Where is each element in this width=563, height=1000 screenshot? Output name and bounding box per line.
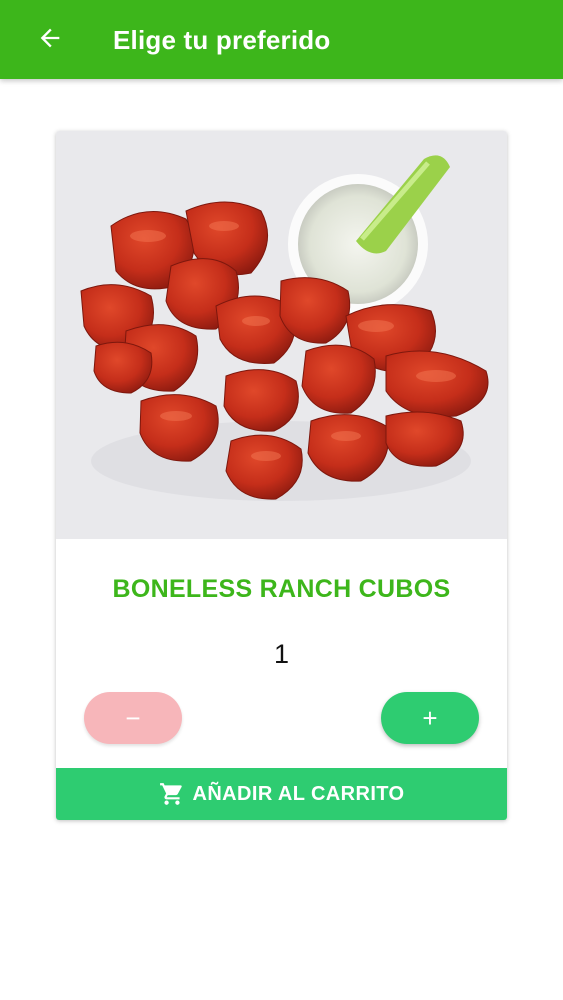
minus-icon: − [125, 702, 141, 733]
decrement-button[interactable]: − [84, 692, 182, 744]
add-to-cart-button[interactable]: AÑADIR AL CARRITO [56, 768, 507, 820]
increment-button[interactable]: + [381, 692, 479, 744]
quantity-value: 1 [273, 639, 290, 669]
plus-icon: + [422, 702, 438, 733]
arrow-left-icon [36, 24, 64, 57]
page-title: Elige tu preferido [113, 25, 331, 55]
product-name: BONELESS RANCH CUBOS [112, 575, 451, 603]
back-button[interactable] [30, 20, 70, 60]
app-bar: Elige tu preferido [0, 0, 563, 79]
shopping-cart-icon [159, 781, 185, 807]
add-to-cart-label: AÑADIR AL CARRITO [192, 782, 405, 805]
product-card: BONELESS RANCH CUBOS 1 − + AÑADIR AL CAR… [56, 131, 507, 820]
product-image [56, 131, 507, 539]
